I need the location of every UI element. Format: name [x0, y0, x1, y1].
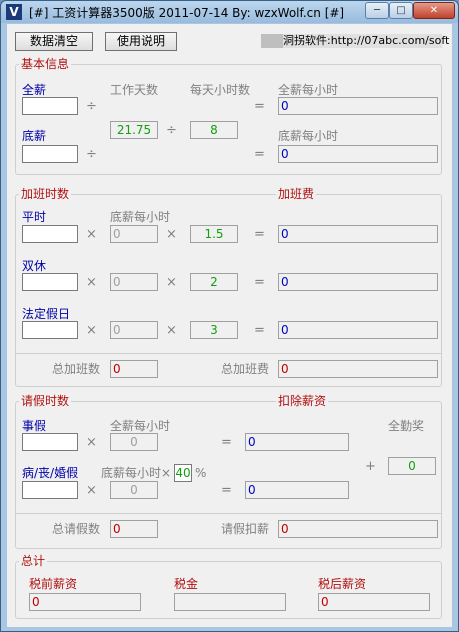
sick-leave-hours-input[interactable]	[22, 481, 78, 499]
total-overtime-hours-label: 总加班数	[52, 362, 101, 376]
total-overtime-hours: 0	[110, 360, 158, 378]
clear-data-button[interactable]: 数据清空	[15, 32, 93, 51]
divide-op: ÷	[166, 123, 177, 138]
maximize-button[interactable]: □	[389, 2, 413, 19]
overtime-title: 加班时数	[19, 187, 72, 201]
overtime-normal-rate: 1.5	[190, 225, 238, 243]
divider	[15, 353, 442, 354]
app-window: V [#] 工资计算器3500版 2011-07-14 By: wzxWolf.…	[0, 0, 459, 632]
sick-leave-hourly: 0	[110, 481, 158, 499]
app-icon[interactable]: V	[6, 4, 22, 20]
base-hourly-output: 0	[278, 145, 438, 163]
full-hourly-output: 0	[278, 97, 438, 115]
times-op: ×	[166, 227, 177, 242]
personal-leave-label: 事假	[22, 419, 47, 433]
sick-leave-result: 0	[245, 481, 349, 499]
deduct-title: 扣除薪资	[276, 394, 329, 408]
times-op: ×	[86, 275, 97, 290]
pretax-label: 税前薪资	[29, 577, 78, 591]
total-leave-deduct-label: 请假扣薪	[221, 522, 270, 536]
total-overtime-fee: 0	[278, 360, 438, 378]
leave-base-hourly-label: 底薪每小时×	[101, 466, 172, 480]
full-salary-label: 全薪	[22, 83, 47, 97]
overtime-weekend-result: 0	[278, 273, 438, 291]
overtime-holiday-label: 法定假日	[22, 307, 71, 321]
link-marker	[261, 34, 283, 48]
equals-op: =	[221, 435, 232, 450]
total-leave-hours-label: 总请假数	[52, 522, 101, 536]
sick-leave-label: 病/丧/婚假	[22, 466, 79, 480]
equals-op: =	[254, 323, 265, 338]
equals-op: =	[254, 227, 265, 242]
equals-op: =	[254, 275, 265, 290]
overtime-normal-label: 平时	[22, 210, 47, 224]
close-button[interactable]: ✕	[413, 2, 455, 19]
overtime-holiday-hourly: 0	[110, 321, 158, 339]
close-icon: ✕	[429, 5, 439, 16]
personal-leave-hours-input[interactable]	[22, 433, 78, 451]
overtime-normal-hourly: 0	[110, 225, 158, 243]
website-link-text: 洞拐软件:http://07abc.com/soft	[283, 34, 450, 47]
work-days-label: 工作天数	[110, 83, 159, 97]
minimize-icon: ─	[373, 5, 381, 16]
overtime-weekend-label: 双休	[22, 259, 47, 273]
total-overtime-fee-label: 总加班费	[221, 362, 270, 376]
divide-op: ÷	[86, 99, 97, 114]
sick-percent-input[interactable]: 40	[174, 464, 192, 482]
tax-label: 税金	[174, 577, 199, 591]
times-op: ×	[166, 323, 177, 338]
personal-leave-result: 0	[245, 433, 349, 451]
total-leave-deduct: 0	[278, 520, 438, 538]
overtime-holiday-rate: 3	[190, 321, 238, 339]
maximize-icon: □	[396, 5, 406, 16]
basic-info-title: 基本信息	[19, 57, 72, 71]
overtime-holiday-result: 0	[278, 321, 438, 339]
full-hourly-label: 全薪每小时	[278, 83, 339, 97]
window-title: [#] 工资计算器3500版 2011-07-14 By: wzxWolf.cn…	[29, 6, 345, 20]
equals-op: =	[221, 483, 232, 498]
minimize-button[interactable]: ─	[365, 2, 389, 19]
hours-per-day-label: 每天小时数	[190, 83, 251, 97]
overtime-weekend-hours-input[interactable]	[22, 273, 78, 291]
divide-op: ÷	[86, 147, 97, 162]
attendance-bonus-value: 0	[388, 457, 436, 475]
aftertax-label: 税后薪资	[318, 577, 367, 591]
client-area: 数据清空 使用说明 洞拐软件:http://07abc.com/soft 基本信…	[7, 24, 452, 627]
overtime-base-hourly-label: 底薪每小时	[110, 210, 171, 224]
summary-title: 总计	[19, 554, 48, 568]
personal-leave-hourly: 0	[110, 433, 158, 451]
percent-sign: %	[195, 466, 207, 480]
leave-title: 请假时数	[19, 394, 72, 408]
attendance-bonus-label: 全勤奖	[388, 419, 425, 433]
title-bar[interactable]: V [#] 工资计算器3500版 2011-07-14 By: wzxWolf.…	[1, 1, 458, 23]
overtime-holiday-hours-input[interactable]	[22, 321, 78, 339]
pretax-value: 0	[29, 593, 141, 611]
help-button[interactable]: 使用说明	[105, 32, 177, 51]
times-op: ×	[86, 435, 97, 450]
plus-op: +	[365, 459, 376, 474]
divider	[15, 513, 442, 514]
times-op: ×	[166, 275, 177, 290]
times-op: ×	[86, 323, 97, 338]
leave-full-hourly-label: 全薪每小时	[110, 419, 171, 433]
total-leave-hours: 0	[110, 520, 158, 538]
overtime-weekend-hourly: 0	[110, 273, 158, 291]
overtime-weekend-rate: 2	[190, 273, 238, 291]
aftertax-value: 0	[318, 593, 430, 611]
base-hourly-label: 底薪每小时	[278, 129, 339, 143]
base-salary-label: 底薪	[22, 129, 47, 143]
website-link[interactable]: 洞拐软件:http://07abc.com/soft	[261, 34, 449, 48]
overtime-normal-hours-input[interactable]	[22, 225, 78, 243]
times-op: ×	[86, 227, 97, 242]
times-op: ×	[86, 483, 97, 498]
work-days-value: 21.75	[110, 121, 158, 139]
overtime-fee-title: 加班费	[276, 187, 317, 201]
base-salary-input[interactable]	[22, 145, 78, 163]
overtime-normal-result: 0	[278, 225, 438, 243]
full-salary-input[interactable]	[22, 97, 78, 115]
equals-op: =	[254, 147, 265, 162]
equals-op: =	[254, 99, 265, 114]
hours-per-day-value: 8	[190, 121, 238, 139]
tax-value	[174, 593, 286, 611]
